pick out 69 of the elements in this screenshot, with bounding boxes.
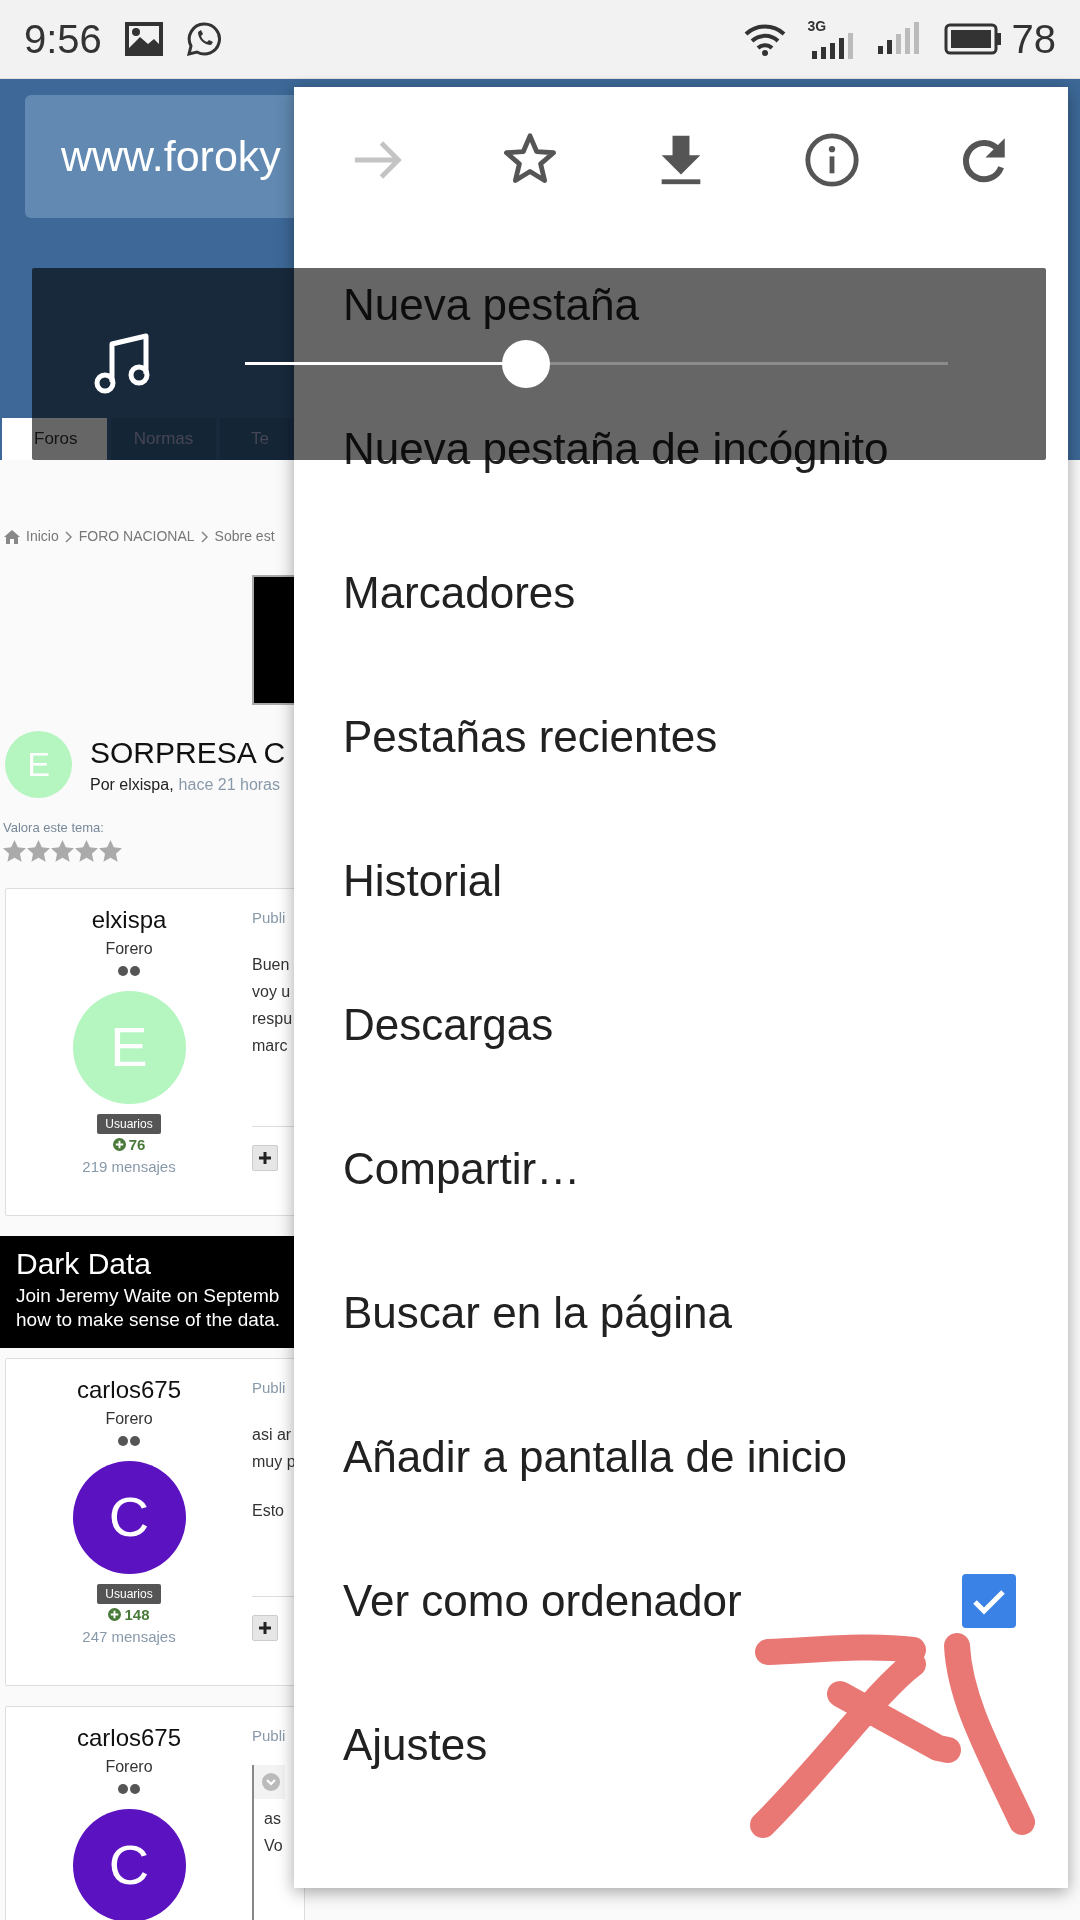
menu-item[interactable]: Descargas	[294, 953, 1068, 1097]
star-icon[interactable]	[51, 839, 74, 862]
username[interactable]: carlos675	[76, 1722, 182, 1753]
group-label: Usuarios	[97, 1583, 161, 1604]
post-text: as	[264, 1809, 282, 1829]
user-rank: Forero	[105, 1756, 153, 1777]
user-rank: Forero	[105, 938, 153, 959]
plus-circle-icon	[108, 1608, 122, 1622]
post-date: Publi	[252, 1377, 287, 1398]
menu-item[interactable]: Ver como ordenador	[343, 1568, 742, 1634]
avatar: E	[72, 990, 186, 1104]
plus-icon	[259, 1621, 271, 1634]
signal-icon	[811, 33, 856, 59]
breadcrumb-link[interactable]: FORO NACIONAL	[78, 526, 195, 547]
chevron-icon	[64, 530, 73, 543]
signal-icon	[877, 22, 922, 56]
star-icon[interactable]	[99, 839, 122, 862]
plus-button[interactable]	[252, 1144, 278, 1171]
ad-text: Join Jeremy Waite on Septemb how to make sense of the data.	[16, 1283, 282, 1332]
star-icon[interactable]	[3, 839, 26, 862]
username[interactable]: elxispa	[91, 904, 167, 935]
checkbox[interactable]	[962, 1574, 1016, 1628]
group-label: Usuarios	[97, 1113, 161, 1134]
username[interactable]: carlos675	[76, 1374, 182, 1405]
topic-title: SORPRESA C	[90, 734, 286, 771]
breadcrumb-link[interactable]: Sobre est	[214, 526, 275, 547]
menu-item[interactable]: Ajustes	[294, 1673, 1068, 1817]
avatar: E	[5, 731, 72, 798]
topic-author: Por elxispa,	[90, 774, 174, 795]
reputation-count: 148	[124, 1604, 150, 1625]
chevron-down-icon[interactable]	[262, 1773, 280, 1791]
user-rank: Forero	[105, 1408, 153, 1429]
chat-icon	[185, 21, 222, 57]
ad-title: Dark Data	[16, 1245, 153, 1282]
clock-time: 9:56	[24, 16, 102, 63]
plus-circle-icon	[112, 1138, 126, 1152]
menu-item[interactable]: Añadir a pantalla de inicio	[294, 1385, 1068, 1529]
battery-icon	[943, 23, 1002, 55]
rank-dots-icon	[117, 964, 141, 977]
avatar: C	[72, 1460, 186, 1574]
wifi-icon	[743, 22, 786, 56]
post-text: Esto	[252, 1501, 285, 1521]
chevron-icon	[200, 530, 209, 543]
info-icon	[802, 131, 861, 189]
reputation-count: 76	[128, 1134, 146, 1155]
image-icon	[123, 21, 164, 57]
message-count: 219 mensajes	[82, 1157, 176, 1177]
music-note-icon	[92, 332, 152, 396]
rank-dots-icon	[117, 1782, 141, 1795]
plus-icon	[259, 1151, 271, 1164]
menu-item[interactable]: Historial	[294, 809, 1068, 953]
network-type: 3G	[807, 19, 827, 33]
breadcrumb-link[interactable]: Inicio	[26, 526, 59, 547]
post-date: Publi	[252, 907, 287, 928]
star-icon[interactable]	[75, 839, 98, 862]
avatar: C	[72, 1808, 186, 1920]
plus-button[interactable]	[252, 1614, 278, 1641]
menu-item[interactable]: Pestañas recientes	[294, 665, 1068, 809]
home-icon[interactable]	[4, 529, 20, 544]
post-text: Buen voy u respu marc	[252, 955, 294, 1056]
message-count: 247 mensajes	[82, 1627, 176, 1647]
rank-dots-icon	[117, 1434, 141, 1447]
menu-item[interactable]: Marcadores	[294, 521, 1068, 665]
star-icon[interactable]	[27, 839, 50, 862]
post-date: Publi	[252, 1725, 286, 1746]
battery-level: 78	[1011, 16, 1056, 63]
rating-label: Valora este tema:	[3, 819, 105, 837]
volume-slider[interactable]	[245, 340, 948, 388]
post-text: Vo	[264, 1836, 284, 1856]
